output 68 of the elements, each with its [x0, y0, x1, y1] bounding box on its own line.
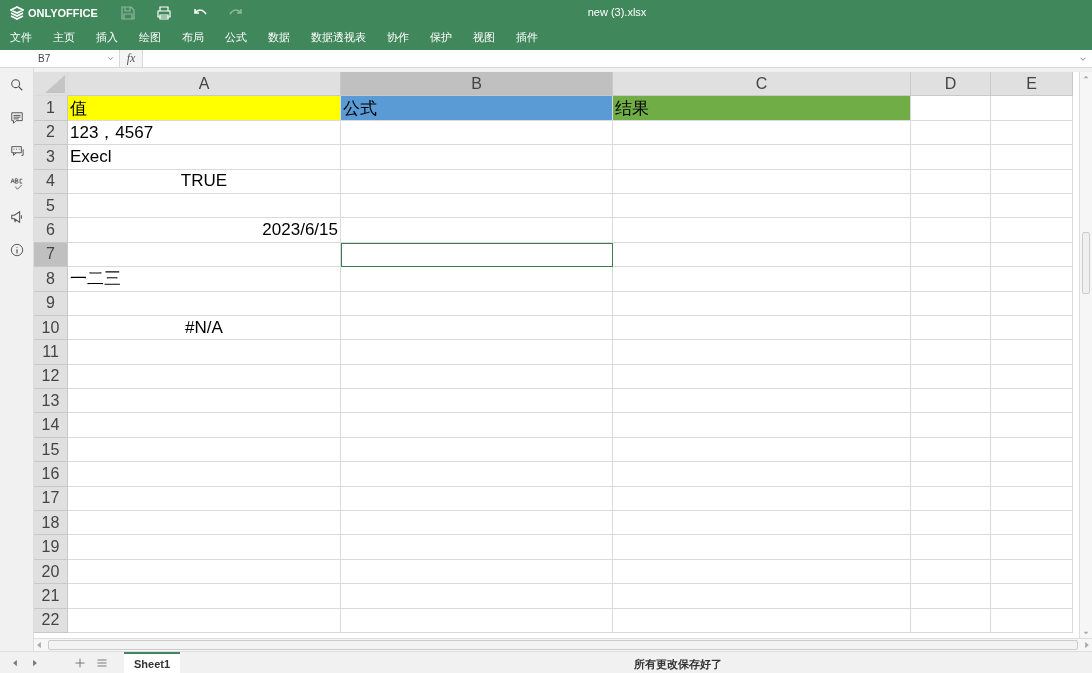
table-cell: TRUE — [68, 169, 341, 194]
row-header[interactable]: 12 — [34, 364, 68, 390]
menu-tab[interactable]: 布局 — [182, 30, 204, 45]
print-icon[interactable] — [156, 4, 172, 21]
document-title: new (3).xlsx — [587, 6, 647, 18]
horizontal-scrollbar-thumb[interactable] — [48, 640, 1078, 650]
column-header[interactable]: C — [613, 72, 911, 97]
info-icon[interactable] — [9, 243, 24, 257]
row-header[interactable]: 5 — [34, 193, 68, 219]
menu-tab[interactable]: 插件 — [516, 30, 538, 45]
megaphone-icon[interactable] — [9, 210, 24, 224]
row-header[interactable]: 3 — [34, 145, 68, 170]
menu-tab[interactable]: 文件 — [10, 30, 32, 45]
function-button[interactable]: fx — [120, 50, 143, 67]
row-header[interactable]: 2 — [34, 120, 68, 146]
menu-tab[interactable]: 主页 — [53, 30, 75, 45]
row-header[interactable]: 11 — [34, 340, 68, 365]
column-header[interactable]: D — [911, 72, 991, 97]
save-status-text: 所有更改保存好了 — [634, 657, 722, 672]
menu-tab[interactable]: 保护 — [430, 30, 452, 45]
menu-tab[interactable]: 视图 — [473, 30, 495, 45]
table-cell: 2023/6/15 — [68, 218, 341, 243]
chat-icon[interactable] — [9, 144, 24, 158]
search-icon[interactable] — [9, 78, 24, 92]
row-header[interactable]: 18 — [34, 511, 68, 536]
menu-tab[interactable]: 数据透视表 — [311, 30, 366, 45]
menu-tab[interactable]: 协作 — [387, 30, 409, 45]
selected-cell[interactable] — [341, 242, 613, 268]
table-cell: #N/A — [68, 315, 341, 341]
row-header[interactable]: 7 — [34, 242, 68, 268]
sheet-list-icon[interactable] — [96, 656, 108, 669]
table-cell: Execl — [68, 145, 341, 170]
menu-tab[interactable]: 绘图 — [139, 30, 161, 45]
row-header[interactable]: 14 — [34, 413, 68, 438]
comment-icon[interactable] — [9, 111, 24, 125]
menu-tab[interactable]: 数据 — [268, 30, 290, 45]
table-cell: 结果 — [613, 96, 911, 121]
row-header[interactable]: 16 — [34, 462, 68, 487]
column-header[interactable]: E — [991, 72, 1073, 97]
row-header[interactable]: 22 — [34, 608, 68, 633]
row-header[interactable]: 20 — [34, 559, 68, 585]
row-header[interactable]: 6 — [34, 218, 68, 243]
sheet-tab[interactable]: Sheet1 — [124, 652, 181, 673]
row-header[interactable]: 1 — [34, 96, 68, 121]
row-header[interactable]: 4 — [34, 169, 68, 194]
logo-icon — [10, 5, 24, 20]
caret-icon — [106, 54, 115, 63]
menu-tab[interactable]: 插入 — [96, 30, 118, 45]
add-sheet-icon[interactable] — [74, 656, 86, 669]
row-header[interactable]: 21 — [34, 584, 68, 609]
column-header[interactable]: B — [341, 72, 613, 97]
menu-tab[interactable]: 公式 — [225, 30, 247, 45]
column-header[interactable]: A — [68, 72, 341, 97]
table-cell: 公式 — [341, 96, 613, 121]
app-logo-text: ONLYOFFICE — [28, 6, 98, 19]
table-cell: 一二三 — [68, 267, 341, 292]
row-header[interactable]: 15 — [34, 437, 68, 463]
row-header[interactable]: 9 — [34, 291, 68, 316]
spellcheck-icon[interactable] — [9, 177, 24, 191]
row-header[interactable]: 19 — [34, 535, 68, 560]
table-cell: 值 — [68, 96, 341, 121]
vertical-scrollbar-thumb[interactable] — [1082, 232, 1090, 294]
select-all-corner[interactable] — [34, 72, 68, 97]
table-cell: 123，4567 — [68, 120, 341, 146]
row-header[interactable]: 10 — [34, 315, 68, 341]
row-header[interactable]: 13 — [34, 389, 68, 414]
row-header[interactable]: 8 — [34, 267, 68, 292]
row-header[interactable]: 17 — [34, 486, 68, 512]
